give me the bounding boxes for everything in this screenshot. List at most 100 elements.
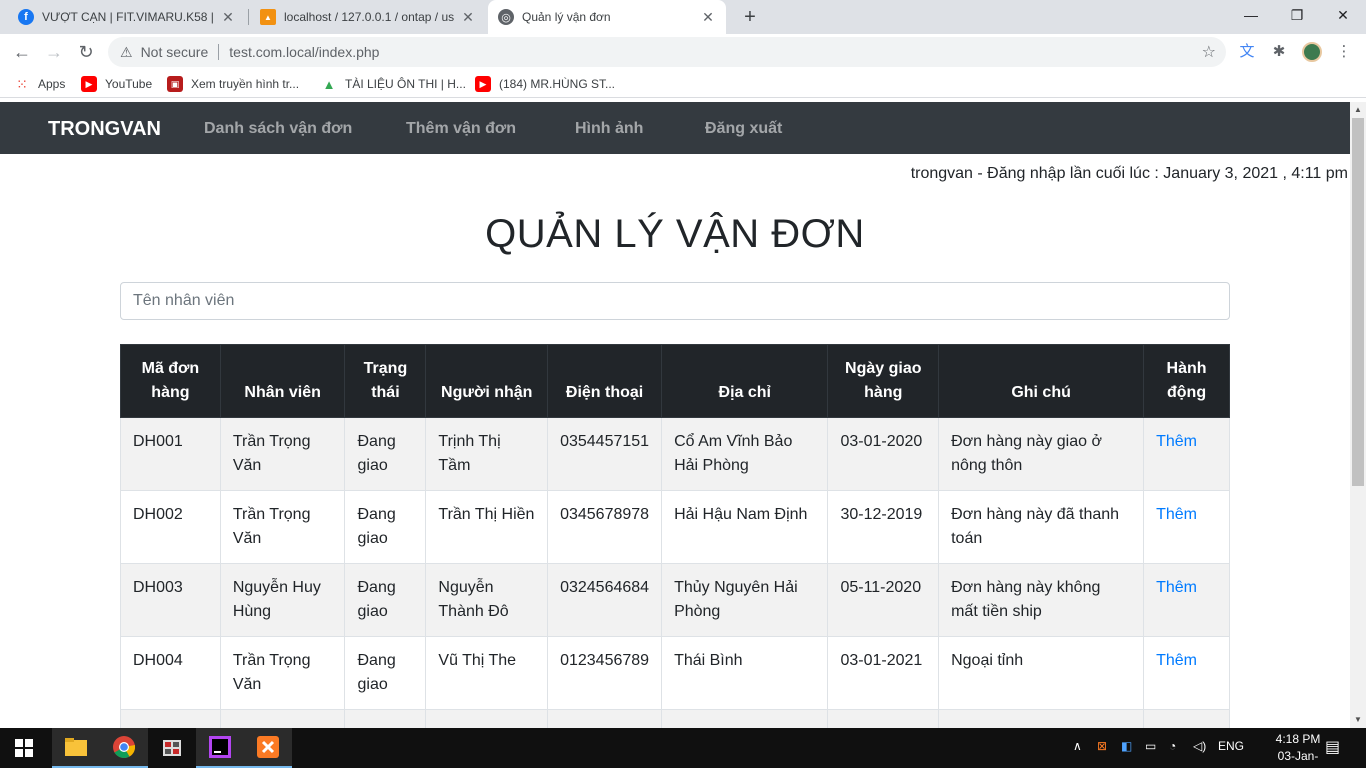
nav-danh-sach-van-don[interactable]: Danh sách vận đơn — [204, 120, 352, 138]
header-nguoi-nhan[interactable]: Người nhận — [425, 344, 549, 418]
header-dien-thoai[interactable]: Điện thoại — [547, 344, 663, 418]
cell-empty — [344, 709, 427, 728]
notification-icon[interactable]: ▤ — [1325, 737, 1340, 757]
cell-delivery-date: 03-01-2021 — [827, 636, 940, 710]
page-scrollbar[interactable]: ▲ ▼ — [1350, 102, 1366, 728]
tab-phpmyadmin[interactable]: ▲ localhost / 127.0.0.1 / ontap / use ✕ — [250, 0, 486, 34]
nav-dang-xuat[interactable]: Đăng xuất — [705, 120, 782, 138]
network-icon[interactable]: ◔ — [1169, 739, 1176, 753]
them-link[interactable]: Thêm — [1156, 506, 1197, 523]
new-tab-button[interactable]: + — [738, 5, 762, 29]
nav-hinh-anh[interactable]: Hình ảnh — [575, 120, 643, 138]
cell-delivery-date: 30-12-2019 — [827, 490, 940, 564]
menu-icon[interactable]: ⋮ — [1334, 42, 1354, 62]
reload-icon[interactable]: ↻ — [74, 40, 98, 64]
cell-phone: 0123456789 — [547, 636, 663, 710]
cell-address: Cổ Am Vĩnh Bảo Hải Phòng — [661, 417, 829, 491]
bookmark-label: TÀI LIỆU ÔN THI | H... — [345, 77, 466, 91]
apps-grid-icon: ⁙ — [16, 75, 28, 92]
tray-app-icon[interactable]: ◧ — [1121, 739, 1132, 753]
close-tab-icon[interactable]: ✕ — [460, 9, 476, 26]
top-navbar: TRONGVAN Danh sách vận đơn Thêm vận đơn … — [0, 102, 1350, 154]
facebook-icon: f — [18, 9, 34, 25]
close-tab-icon[interactable]: ✕ — [700, 9, 716, 26]
profile-avatar[interactable] — [1302, 42, 1322, 62]
cell-recipient: Trần Thị Hiền — [425, 490, 549, 564]
file-explorer-icon[interactable] — [52, 728, 100, 768]
header-ma-don-hang[interactable]: Mã đơn hàng — [120, 344, 221, 418]
browser-tab-strip: f VƯỢT CẠN | FIT.VIMARU.K58 | Fa ✕ ▲ loc… — [0, 0, 1366, 34]
bookmark-tai-lieu[interactable]: ▲ TÀI LIỆU ÔN THI | H... — [321, 76, 466, 92]
cell-note: Đơn hàng này đã thanh toán — [938, 490, 1145, 564]
back-icon[interactable]: ← — [10, 40, 34, 64]
clock-date: 03-Jan-21 — [1277, 749, 1319, 768]
cell-phone: 0345678978 — [547, 490, 663, 564]
youtube-icon: ▶ — [81, 76, 97, 92]
clock-time: 4:18 PM — [1275, 732, 1321, 746]
cell-empty — [661, 709, 829, 728]
brand-logo[interactable]: TRONGVAN — [48, 118, 161, 141]
windows-start-icon[interactable] — [0, 728, 48, 768]
close-window-icon[interactable]: ✕ — [1320, 0, 1366, 30]
scroll-down-icon[interactable]: ▼ — [1350, 712, 1366, 728]
cell-empty — [219, 709, 346, 728]
bookmark-youtube[interactable]: ▶ YouTube — [81, 76, 152, 92]
cell-empty — [938, 709, 1145, 728]
address-bar[interactable]: ⚠ Not secure test.com.local/index.php ☆ — [108, 37, 1226, 67]
cell-empty — [1143, 709, 1230, 728]
page-title: QUẢN LÝ VẬN ĐƠN — [485, 212, 865, 256]
table-row — [120, 709, 1230, 728]
xampp-tray-icon[interactable]: ⊠ — [1097, 739, 1107, 753]
omnibox-divider — [218, 44, 220, 60]
header-nhan-vien[interactable]: Nhân viên — [219, 344, 346, 418]
chrome-icon[interactable] — [100, 728, 148, 768]
header-ngay-giao-hang[interactable]: Ngày giao hàng — [827, 344, 940, 418]
battery-icon[interactable]: ▭ — [1145, 739, 1156, 753]
app-grid-icon[interactable] — [148, 728, 196, 768]
bookmark-tv[interactable]: ▣ Xem truyền hình tr... — [167, 76, 299, 92]
search-input[interactable] — [120, 282, 1230, 320]
header-ghi-chu[interactable]: Ghi chú — [938, 344, 1145, 418]
bookmark-apps[interactable]: ⁙ Apps — [14, 76, 65, 92]
cell-address: Hải Hậu Nam Định — [661, 490, 829, 564]
translate-icon[interactable]: 文 — [1237, 42, 1257, 62]
cell-employee: Trần Trọng Văn — [219, 490, 346, 564]
tab-facebook[interactable]: f VƯỢT CẠN | FIT.VIMARU.K58 | Fa ✕ — [8, 0, 246, 34]
bookmark-label: Xem truyền hình tr... — [191, 77, 300, 91]
restore-icon[interactable]: ❐ — [1274, 0, 1320, 30]
cell-order-id: DH002 — [120, 490, 221, 564]
header-dia-chi[interactable]: Địa chỉ — [661, 344, 829, 418]
cell-recipient: Nguyễn Thành Đô — [425, 563, 549, 637]
extensions-icon[interactable]: ✱ — [1269, 42, 1289, 62]
close-tab-icon[interactable]: ✕ — [220, 9, 236, 26]
table-row: DH004 Trần Trọng Văn Đang giao Vũ Thị Th… — [120, 636, 1230, 710]
nav-them-van-don[interactable]: Thêm vận đơn — [406, 120, 516, 138]
warning-icon[interactable]: ⚠ — [120, 44, 133, 61]
tab-quan-ly-van-don[interactable]: ◎ Quản lý vận đơn ✕ — [488, 0, 726, 34]
taskbar-clock[interactable]: 4:18 PM 03-Jan-21 — [1274, 731, 1322, 768]
chevron-up-icon[interactable]: ∧ — [1073, 739, 1082, 753]
bookmark-mr-hung[interactable]: ▶ (184) MR.HÙNG ST... — [475, 76, 615, 92]
minimize-icon[interactable]: — — [1228, 0, 1274, 30]
security-label[interactable]: Not secure — [141, 44, 209, 60]
tab-title: Quản lý vận đơn — [522, 10, 611, 24]
them-link[interactable]: Thêm — [1156, 652, 1197, 669]
browser-toolbar: ← → ↻ ⚠ Not secure test.com.local/index.… — [0, 34, 1366, 70]
header-trang-thai[interactable]: Trạng thái — [344, 344, 427, 418]
cell-recipient: Trịnh Thị Tầm — [425, 417, 549, 491]
cell-order-id: DH004 — [120, 636, 221, 710]
xampp-icon[interactable] — [244, 728, 292, 768]
scrollbar-thumb[interactable] — [1352, 118, 1364, 486]
header-hanh-dong[interactable]: Hành động — [1143, 344, 1230, 418]
cell-recipient: Vũ Thị The — [425, 636, 549, 710]
bookmark-star-icon[interactable]: ☆ — [1202, 42, 1216, 62]
them-link[interactable]: Thêm — [1156, 433, 1197, 450]
scroll-up-icon[interactable]: ▲ — [1350, 102, 1366, 118]
phpstorm-icon[interactable] — [196, 728, 244, 768]
bookmark-label: Apps — [38, 77, 66, 91]
forward-icon[interactable]: → — [42, 40, 66, 64]
volume-icon[interactable]: ◁) — [1193, 739, 1206, 753]
url-text[interactable]: test.com.local/index.php — [229, 44, 379, 60]
language-indicator[interactable]: ENG — [1218, 739, 1244, 753]
them-link[interactable]: Thêm — [1156, 579, 1197, 596]
